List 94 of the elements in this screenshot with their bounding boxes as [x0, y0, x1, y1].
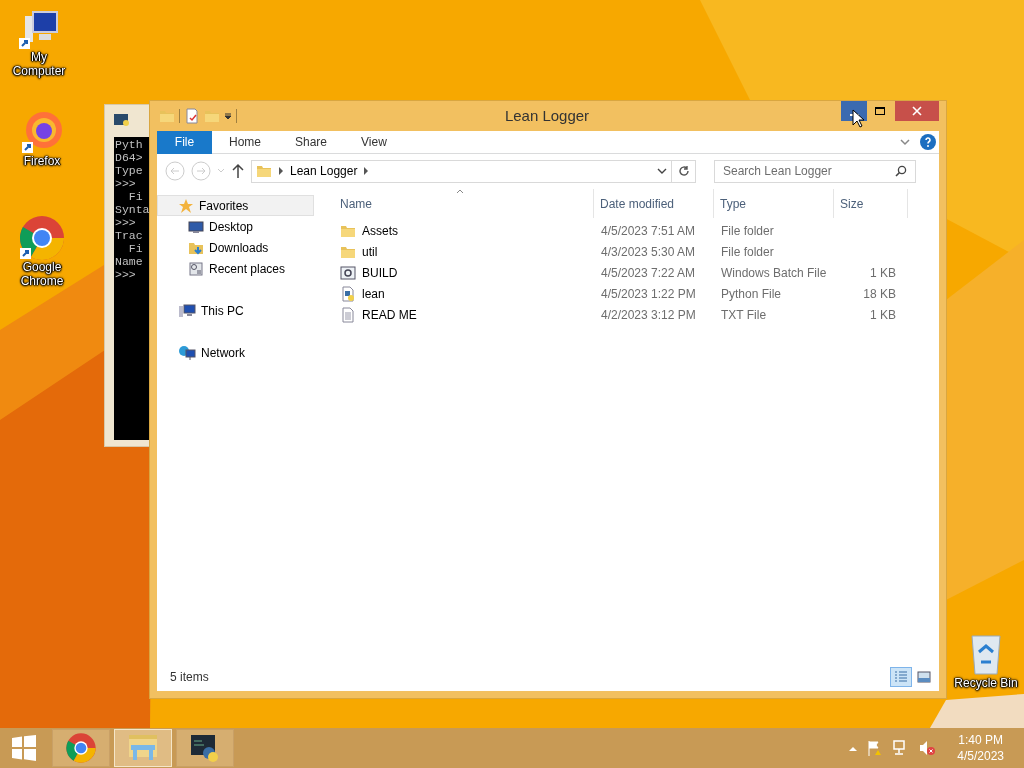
ribbon-tab[interactable]: File [157, 130, 212, 154]
nav-label: Desktop [209, 218, 254, 236]
ribbon-tab[interactable]: View [344, 130, 404, 154]
breadcrumb[interactable]: Lean Logger [290, 162, 358, 180]
date-cell-text: 4/3/2023 5:30 AM [600, 243, 697, 261]
refresh-button[interactable] [672, 159, 696, 183]
file-explorer-icon [127, 733, 159, 763]
search-box[interactable]: Search Lean Logger [714, 159, 916, 183]
ribbon-tab[interactable]: Share [278, 130, 345, 154]
file-name[interactable]: util [362, 242, 378, 261]
python-console-icon [189, 733, 221, 763]
column-header[interactable]: Type [714, 189, 834, 218]
folder-icon [159, 108, 175, 124]
console-line: Pyth [115, 139, 143, 151]
recent-places-icon [188, 260, 204, 277]
file-name[interactable]: BUILD [362, 263, 398, 282]
nav-item[interactable]: Network [157, 342, 314, 363]
breadcrumb-arrow-icon[interactable] [363, 167, 370, 175]
refresh-icon [677, 165, 690, 177]
console-line: Synta [115, 204, 150, 216]
console-line: Fi [127, 243, 143, 255]
nav-label: Favorites [199, 197, 249, 215]
network-icon [178, 344, 196, 361]
nav-item[interactable]: Favorites [157, 195, 314, 216]
python-file-icon [340, 285, 356, 302]
details-view-button[interactable] [890, 667, 912, 687]
type-cell-text: File folder [720, 243, 775, 261]
dropdown-arrow-icon[interactable] [224, 112, 232, 120]
size-cell-text: 18 KB [862, 285, 897, 303]
chevron-down-icon[interactable] [657, 167, 667, 175]
size-cell-text: 1 KB [869, 306, 897, 324]
close-icon [912, 106, 922, 116]
type-cell-text: File folder [720, 222, 775, 240]
console-line: D64> [115, 152, 143, 164]
file-name[interactable]: lean [362, 284, 385, 303]
help-icon[interactable] [920, 134, 936, 150]
nav-item[interactable]: Recent places [157, 258, 314, 279]
mouse-cursor-icon [852, 109, 864, 128]
file-name[interactable]: Assets [362, 221, 398, 240]
size-cell-text: 1 KB [869, 264, 897, 282]
taskbar-button[interactable] [176, 729, 234, 767]
window-title: Lean Logger [503, 105, 591, 126]
ribbon-tab[interactable]: Home [212, 130, 278, 154]
nav-item[interactable]: This PC [157, 300, 314, 321]
speaker-muted-icon[interactable] [919, 740, 936, 756]
new-folder-icon [204, 108, 220, 124]
gear-document-icon [340, 264, 356, 281]
status-text: 5 items [170, 669, 209, 686]
windows-logo-icon [11, 735, 37, 761]
date-cell-text: 4/2/2023 3:12 PM [600, 306, 697, 324]
column-header[interactable]: Size [834, 189, 908, 218]
computer-shortcut-icon [17, 10, 61, 50]
python-icon [114, 113, 130, 127]
console-line: >>> [115, 269, 136, 281]
type-cell-text: Windows Batch File [720, 264, 828, 282]
file-name[interactable]: READ ME [362, 305, 417, 324]
search-icon [895, 165, 907, 177]
console-line: Fi [127, 191, 143, 203]
nav-label: This PC [201, 302, 244, 320]
firefox-icon [20, 110, 64, 154]
folder-icon [256, 163, 272, 179]
properties-icon[interactable] [184, 108, 200, 124]
column-header[interactable]: Name [334, 189, 594, 218]
image-icon [917, 671, 931, 683]
date-cell-text: 4/5/2023 7:51 AM [600, 222, 697, 240]
console-line: Name [115, 256, 143, 268]
computer-icon [178, 302, 196, 319]
breadcrumb-arrow-icon[interactable] [278, 167, 284, 175]
nav-item[interactable]: Desktop [157, 216, 314, 237]
console-line: Trac [115, 230, 143, 242]
show-hidden-icons-icon[interactable] [849, 745, 858, 751]
nav-label: Recent places [209, 260, 286, 278]
type-cell-text: Python File [720, 285, 783, 303]
type-cell-text: TXT File [720, 306, 768, 324]
search-field[interactable]: Search Lean Logger [723, 162, 895, 180]
list-icon [894, 671, 908, 683]
nav-item[interactable]: Downloads [157, 237, 314, 258]
nav-label: Downloads [209, 239, 269, 257]
nav-label: Network [201, 344, 245, 362]
recycle-bin-icon [969, 632, 1003, 676]
up-arrow-icon[interactable] [231, 163, 245, 179]
console-line: Type [115, 165, 143, 177]
console-line: >>> [115, 217, 136, 229]
text-file-icon [340, 306, 356, 323]
address-bar[interactable]: Lean Logger [251, 159, 672, 183]
chrome-icon [18, 214, 66, 260]
column-header[interactable]: Date modified [594, 189, 714, 218]
flag-warning-icon[interactable] [867, 740, 884, 756]
date-cell-text: 4/5/2023 1:22 PM [600, 285, 697, 303]
star-icon [178, 197, 194, 214]
chrome-icon [65, 732, 97, 764]
monitor-icon [188, 219, 204, 234]
console-line: >>> [115, 178, 136, 190]
date-cell-text: 4/5/2023 7:22 AM [600, 264, 697, 282]
